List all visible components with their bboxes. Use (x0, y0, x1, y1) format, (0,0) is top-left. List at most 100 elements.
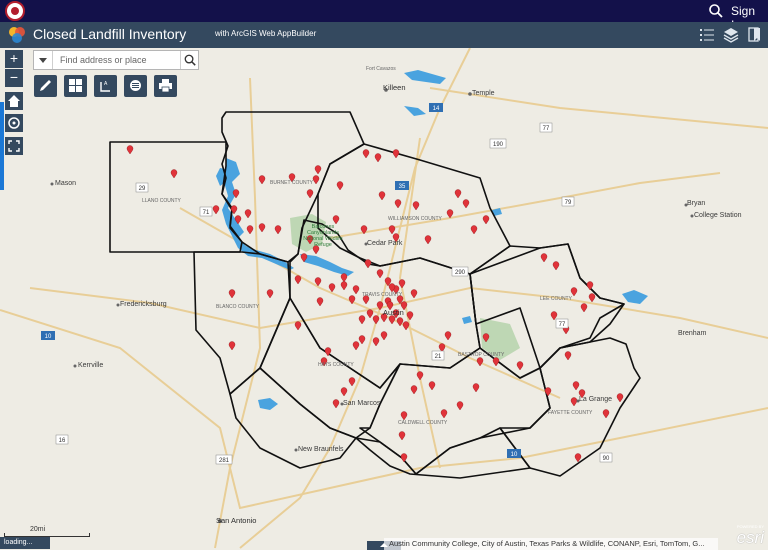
landfill-marker[interactable] (472, 383, 480, 393)
landfill-marker[interactable] (364, 259, 372, 269)
landfill-marker[interactable] (492, 357, 500, 367)
organization-logo[interactable] (5, 1, 25, 21)
landfill-marker[interactable] (376, 269, 384, 279)
landfill-marker[interactable] (340, 387, 348, 397)
landfill-marker[interactable] (412, 201, 420, 211)
landfill-marker[interactable] (328, 283, 336, 293)
landfill-marker[interactable] (394, 199, 402, 209)
road-shield: 79 (561, 196, 575, 207)
landfill-marker[interactable] (580, 303, 588, 313)
landfill-marker[interactable] (392, 149, 400, 159)
draw-tool-button[interactable] (34, 75, 57, 97)
landfill-marker[interactable] (258, 223, 266, 233)
landfill-marker[interactable] (552, 261, 560, 271)
landfill-marker[interactable] (380, 331, 388, 341)
landfill-marker[interactable] (602, 409, 610, 419)
layers-icon[interactable] (722, 26, 740, 44)
home-button[interactable] (5, 92, 23, 110)
landfill-marker[interactable] (362, 149, 370, 159)
landfill-marker[interactable] (440, 409, 448, 419)
place-label: Killeen (383, 83, 406, 92)
search-input[interactable] (55, 51, 179, 69)
landfill-marker[interactable] (588, 293, 596, 303)
landfill-marker[interactable] (316, 297, 324, 307)
zoom-in-button[interactable]: + (5, 50, 23, 68)
landfill-marker[interactable] (410, 385, 418, 395)
landfill-marker[interactable] (274, 225, 282, 235)
landfill-marker[interactable] (456, 401, 464, 411)
my-location-button[interactable] (5, 114, 23, 132)
landfill-marker[interactable] (372, 315, 380, 325)
landfill-marker[interactable] (266, 289, 274, 299)
landfill-marker[interactable] (398, 431, 406, 441)
map-view[interactable]: 14 77 190 79 29 71 35 290 21 10 281 16 9… (0, 48, 768, 550)
landfill-marker[interactable] (402, 321, 410, 331)
landfill-marker[interactable] (358, 315, 366, 325)
landfill-marker[interactable] (258, 175, 266, 185)
landfill-marker[interactable] (616, 393, 624, 403)
landfill-marker[interactable] (246, 225, 254, 235)
landfill-marker[interactable] (374, 153, 382, 163)
landfill-marker[interactable] (572, 381, 580, 391)
landfill-marker[interactable] (294, 275, 302, 285)
landfill-marker[interactable] (410, 289, 418, 299)
landfill-marker[interactable] (416, 371, 424, 381)
legend-list-icon[interactable] (698, 26, 716, 44)
landfill-marker[interactable] (550, 311, 558, 321)
landfill-marker[interactable] (306, 189, 314, 199)
fullscreen-button[interactable] (5, 137, 23, 155)
landfill-marker[interactable] (516, 361, 524, 371)
landfill-marker[interactable] (570, 287, 578, 297)
landfill-marker[interactable] (400, 453, 408, 463)
landfill-marker[interactable] (482, 215, 490, 225)
landfill-marker[interactable] (388, 225, 396, 235)
landfill-marker[interactable] (470, 225, 478, 235)
landfill-marker[interactable] (372, 337, 380, 347)
map-canvas[interactable]: 14 77 190 79 29 71 35 290 21 10 281 16 9… (0, 48, 768, 550)
zoom-out-button[interactable]: − (5, 69, 23, 87)
search-source-dropdown[interactable] (34, 51, 53, 69)
landfill-marker[interactable] (348, 377, 356, 387)
landfill-marker[interactable] (228, 289, 236, 299)
search-icon[interactable] (708, 3, 724, 19)
landfill-marker[interactable] (312, 175, 320, 185)
landfill-marker[interactable] (358, 335, 366, 345)
landfill-marker[interactable] (540, 253, 548, 263)
landfill-marker[interactable] (340, 281, 348, 291)
basemap-gallery-button[interactable] (64, 75, 87, 97)
landfill-marker[interactable] (314, 165, 322, 175)
landfill-marker[interactable] (454, 189, 462, 199)
search-icon[interactable] (180, 51, 199, 69)
landfill-marker[interactable] (126, 145, 134, 155)
road-shield: 29 (135, 182, 149, 193)
landfill-marker[interactable] (170, 169, 178, 179)
measurement-button[interactable]: A (94, 75, 117, 97)
landfill-marker[interactable] (586, 281, 594, 291)
landfill-marker[interactable] (212, 205, 220, 215)
landfill-marker[interactable] (332, 215, 340, 225)
landfill-marker[interactable] (352, 285, 360, 295)
landfill-marker[interactable] (244, 209, 252, 219)
bookmark-icon[interactable] (746, 26, 764, 44)
landfill-marker[interactable] (424, 235, 432, 245)
landfill-marker[interactable] (352, 341, 360, 351)
landfill-marker[interactable] (476, 357, 484, 367)
landfill-marker[interactable] (294, 321, 302, 331)
landfill-marker[interactable] (438, 343, 446, 353)
landfill-marker[interactable] (462, 199, 470, 209)
landfill-marker[interactable] (340, 273, 348, 283)
landfill-marker[interactable] (366, 309, 374, 319)
landfill-marker[interactable] (336, 181, 344, 191)
layer-list-button[interactable] (124, 75, 147, 97)
landfill-marker[interactable] (332, 399, 340, 409)
landfill-marker[interactable] (228, 341, 236, 351)
landfill-marker[interactable] (570, 397, 578, 407)
landfill-marker[interactable] (564, 351, 572, 361)
landfill-marker[interactable] (428, 381, 436, 391)
landfill-marker[interactable] (574, 453, 582, 463)
landfill-marker[interactable] (378, 191, 386, 201)
landfill-marker[interactable] (444, 331, 452, 341)
print-button[interactable] (154, 75, 177, 97)
landfill-marker[interactable] (398, 279, 406, 289)
landfill-marker[interactable] (400, 411, 408, 421)
